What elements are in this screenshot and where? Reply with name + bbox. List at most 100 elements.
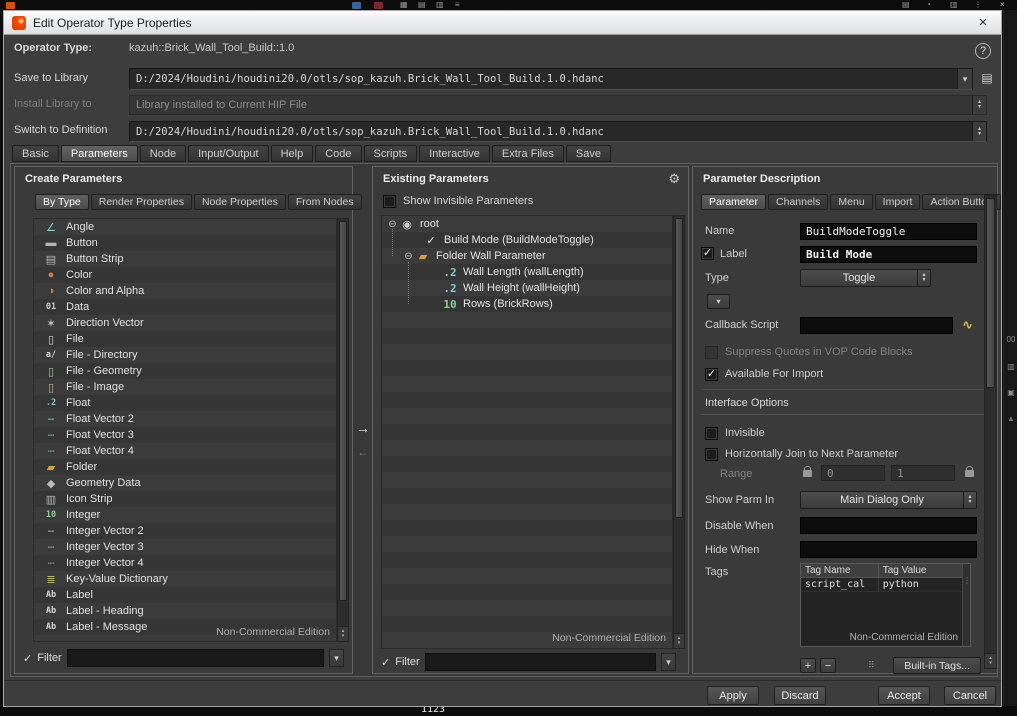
spinner-icon[interactable]: ▴ ▾ — [963, 492, 976, 508]
create-parameters-subtab[interactable]: By Type — [35, 194, 89, 210]
tag-row[interactable]: script_cal python — [801, 578, 970, 592]
show-parm-in-dropdown[interactable]: Main Dialog Only ▴ ▾ — [800, 491, 977, 509]
create-parameters-subtab[interactable]: From Nodes — [287, 194, 362, 210]
parameter-type-item[interactable]: ┄ Integer Vector 3 — [34, 539, 336, 555]
add-tag-button[interactable]: + — [800, 658, 816, 673]
dialog-tab[interactable]: Help — [270, 145, 314, 162]
parameter-type-item[interactable]: .2 Float — [34, 395, 336, 411]
parameter-description-subtab[interactable]: Channels — [768, 194, 829, 210]
spinner-icon[interactable]: ▴ ▾ — [972, 122, 986, 141]
tree-item[interactable]: .2 Wall Length (wallLength) — [382, 264, 672, 280]
scrollbar-arrows[interactable]: ▴ ▾ — [674, 633, 684, 648]
scrollbar-thumb[interactable] — [339, 221, 347, 601]
create-parameters-subtab[interactable]: Render Properties — [90, 194, 192, 210]
available-for-import-checkbox[interactable]: ✓ — [705, 367, 718, 381]
scrollbar[interactable]: ▴ ▾ — [673, 215, 685, 649]
parameter-description-subtab[interactable]: Parameter — [701, 194, 767, 210]
tags-scrollbar[interactable]: ⋮ — [962, 564, 971, 646]
accept-button[interactable]: Accept — [878, 686, 930, 705]
dialog-tab[interactable]: Node — [139, 145, 187, 162]
panel-scrollbar[interactable]: ▴ ▾ — [984, 195, 997, 669]
dialog-tab[interactable]: Interactive — [419, 145, 490, 162]
dialog-tab[interactable]: Code — [315, 145, 362, 162]
disable-when-field[interactable] — [800, 517, 977, 534]
tree-item[interactable]: ✓ Build Mode (BuildModeToggle) — [382, 232, 672, 248]
parameter-type-item[interactable]: ▯ File — [34, 331, 336, 347]
dialog-tab[interactable]: Parameters — [60, 145, 138, 162]
scrollbar-arrows[interactable]: ▴ ▾ — [985, 653, 996, 668]
switch-to-definition-combo[interactable]: D:/2024/Houdini/houdini20.0/otls/sop_kaz… — [129, 121, 987, 142]
tags-table[interactable]: Tag Name Tag Value script_cal python ⋮ N… — [800, 563, 971, 647]
cancel-button[interactable]: Cancel — [944, 686, 996, 705]
parameter-type-item[interactable]: ▯ File - Image — [34, 379, 336, 395]
close-button[interactable]: × — [973, 14, 993, 31]
builtin-tags-button[interactable]: Built-in Tags... — [893, 657, 981, 674]
table-resize-grip-icon[interactable]: ⠿ — [868, 660, 875, 671]
show-invisible-checkbox[interactable]: ✓ — [383, 194, 396, 208]
label-field[interactable]: Build Mode — [800, 246, 977, 263]
parameter-type-item[interactable]: ▯ File - Geometry — [34, 363, 336, 379]
tree-item[interactable]: ⊖ ▰ Folder Wall Parameter — [382, 248, 672, 264]
parameter-type-item[interactable]: a/ File - Directory — [34, 347, 336, 363]
help-button[interactable]: ? — [975, 43, 991, 59]
parameter-type-item[interactable]: ▤ Button Strip — [34, 251, 336, 267]
parameter-type-item[interactable]: Ab Label — [34, 587, 336, 603]
parameter-type-item[interactable]: ▰ Folder — [34, 459, 336, 475]
tree-item[interactable]: 10 Rows (BrickRows) — [382, 296, 672, 312]
dialog-tab[interactable]: Scripts — [363, 145, 418, 162]
dialog-tab[interactable]: Input/Output — [188, 145, 269, 162]
remove-tag-button[interactable]: − — [820, 658, 836, 673]
parameter-type-item[interactable]: 10 Integer — [34, 507, 336, 523]
dialog-titlebar[interactable]: Edit Operator Type Properties × — [4, 11, 1001, 35]
scrollbar-arrows[interactable]: ▴ ▾ — [338, 626, 348, 641]
discard-button[interactable]: Discard — [774, 686, 826, 705]
filter-input[interactable] — [66, 649, 324, 667]
dialog-tab[interactable]: Basic — [12, 145, 59, 162]
label-enable-checkbox[interactable]: ✓ — [701, 247, 714, 260]
parameter-description-subtab[interactable]: Import — [874, 194, 921, 210]
create-parameters-subtab[interactable]: Node Properties — [193, 194, 286, 210]
parameter-description-subtab[interactable]: Menu — [830, 194, 873, 210]
parameter-type-item[interactable]: ╌ Float Vector 2 — [34, 411, 336, 427]
parameter-type-item[interactable]: 01 Data — [34, 299, 336, 315]
parameter-type-item[interactable]: ▥ Icon Strip — [34, 491, 336, 507]
parameter-type-item[interactable]: ✶ Direction Vector — [34, 315, 336, 331]
save-to-library-combo[interactable]: D:/2024/Houdini/houdini20.0/otls/sop_kaz… — [129, 68, 973, 90]
parameter-type-item[interactable]: Ab Label - Heading — [34, 603, 336, 619]
scrollbar[interactable]: ▴ ▾ — [337, 218, 349, 642]
horizontal-join-checkbox[interactable]: ✓ — [705, 447, 718, 461]
scrollbar-thumb[interactable] — [986, 198, 995, 388]
parameter-type-item[interactable]: ◆ Geometry Data — [34, 475, 336, 491]
chevron-down-icon[interactable]: ▾ — [957, 69, 972, 89]
parameter-type-item[interactable]: ┈ Float Vector 4 — [34, 443, 336, 459]
parameter-type-item[interactable]: ┄ Float Vector 3 — [34, 427, 336, 443]
callback-script-field[interactable] — [800, 317, 953, 334]
move-to-create-arrow-button[interactable]: ← — [355, 445, 371, 459]
tree-item[interactable]: ⊖ ◉ root — [382, 216, 672, 232]
filter-input[interactable] — [424, 653, 656, 671]
expander-icon[interactable]: ⊖ — [386, 219, 399, 230]
parameter-type-item[interactable]: ▬ Button — [34, 235, 336, 251]
script-language-icon[interactable]: ∿ — [962, 317, 973, 333]
library-file-icon[interactable]: ▤ — [979, 71, 995, 87]
dialog-tab[interactable]: Save — [565, 145, 611, 162]
parameter-type-item[interactable]: ∠ Angle — [34, 219, 336, 235]
filter-dropdown[interactable]: ▾ — [329, 649, 344, 667]
tree-item[interactable]: .2 Wall Height (wallHeight) — [382, 280, 672, 296]
apply-button[interactable]: Apply — [707, 686, 759, 705]
gear-icon[interactable]: ⚙ — [668, 171, 680, 187]
hide-when-field[interactable] — [800, 541, 977, 558]
type-scheme-dropdown[interactable]: ▾ — [707, 294, 730, 309]
name-field[interactable]: BuildModeToggle — [800, 223, 977, 240]
spinner-icon[interactable]: ▴ ▾ — [917, 270, 930, 286]
expander-icon[interactable]: ⊖ — [402, 251, 415, 262]
parameter-type-item[interactable]: ┈ Integer Vector 4 — [34, 555, 336, 571]
invisible-checkbox[interactable]: ✓ — [705, 426, 718, 440]
move-to-existing-arrow-button[interactable]: → — [355, 420, 371, 436]
filter-dropdown[interactable]: ▾ — [661, 653, 676, 671]
parameter-type-item[interactable]: ◑ Color and Alpha — [34, 283, 336, 299]
dialog-tab[interactable]: Extra Files — [491, 145, 564, 162]
scrollbar-thumb[interactable] — [675, 218, 683, 518]
parameter-type-item[interactable]: ≣ Key-Value Dictionary — [34, 571, 336, 587]
parameter-type-item[interactable]: ● Color — [34, 267, 336, 283]
